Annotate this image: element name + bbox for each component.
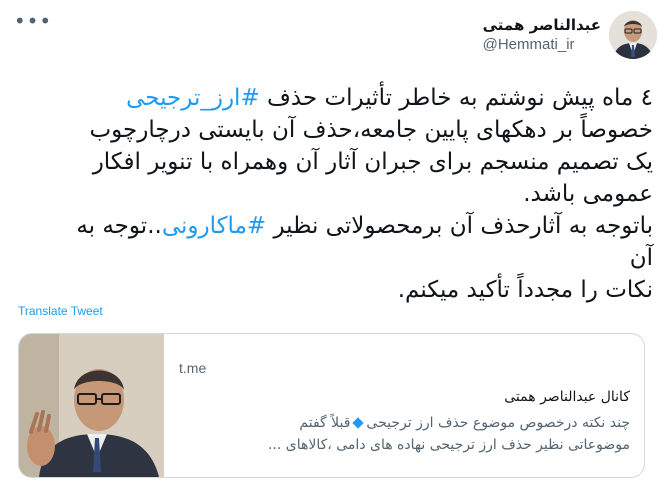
tweet-line-6: آن	[629, 245, 653, 271]
card-domain: t.me	[179, 360, 207, 376]
card-description-line-2: موضوعاتی نظیر حذف ارز ترجیحی نهاده های د…	[267, 437, 630, 453]
author-display-name[interactable]: عبدالناصر همتی	[483, 15, 601, 35]
tweet-line-3: یک تصمیم منسجم برای جبران آثار آن وهمراه…	[92, 149, 653, 175]
tweet-text: ٤ ماه پیش نوشتم به خاطر تأثیرات حذف #ارز…	[33, 82, 653, 306]
tweet-author[interactable]: عبدالناصر همتی @Hemmati_ir	[483, 10, 657, 60]
more-options-button[interactable]: •••	[14, 11, 51, 31]
card-thumbnail-image[interactable]	[19, 334, 164, 477]
author-handle[interactable]: @Hemmati_ir	[483, 35, 575, 55]
hashtag-link-arz-tarjihi[interactable]: #ارز_ترجیحی	[126, 85, 260, 111]
tweet-line-4: عمومی باشد.	[523, 181, 653, 207]
card-description-line-1: چند نکته درخصوص موضوع حذف ارز ترجیحی قبلا…	[190, 412, 630, 434]
tweet-line-1: ٤ ماه پیش نوشتم به خاطر تأثیرات حذف #ارز…	[33, 82, 653, 114]
card-title: کانال عبدالناصر همتی	[504, 389, 630, 405]
hashtag-link-makarooni[interactable]: #ماکارونی	[162, 213, 266, 239]
more-horizontal-icon: •••	[13, 9, 53, 33]
card-desc-part-a: چند نکته درخصوص موضوع حذف ارز ترجیحی	[366, 415, 630, 431]
avatar[interactable]	[609, 11, 657, 59]
tweet-line-1-text: ٤ ماه پیش نوشتم به خاطر تأثیرات حذف	[259, 85, 653, 111]
card-description: چند نکته درخصوص موضوع حذف ارز ترجیحی قبلا…	[190, 412, 630, 456]
card-portrait-icon	[19, 334, 164, 477]
link-preview-card[interactable]: t.me کانال عبدالناصر همتی چند نکته درخصو…	[18, 333, 645, 478]
tweet-line-7: نکات را مجدداً تأکید میکنم.	[397, 277, 653, 303]
tweet-line-5-suffix: ..توجه به	[76, 213, 162, 239]
avatar-portrait-icon	[609, 11, 657, 59]
translate-tweet-link[interactable]: Translate Tweet	[18, 304, 103, 318]
card-desc-part-b: قبلاً گفتم	[299, 415, 351, 431]
tweet-line-5-text: باتوجه به آثارحذف آن برمحصولاتی نظیر	[266, 213, 653, 239]
blue-diamond-icon	[352, 417, 365, 429]
tweet-line-2: خصوصاً بر دهکهای پایین جامعه،حذف آن بایس…	[89, 117, 653, 143]
tweet: ••• عبدالناصر همتی @Hemmati_ir ٤ ماه پیش…	[0, 0, 671, 493]
tweet-line-5: باتوجه به آثارحذف آن برمحصولاتی نظیر #ما…	[33, 210, 653, 242]
author-names: عبدالناصر همتی @Hemmati_ir	[483, 15, 601, 55]
